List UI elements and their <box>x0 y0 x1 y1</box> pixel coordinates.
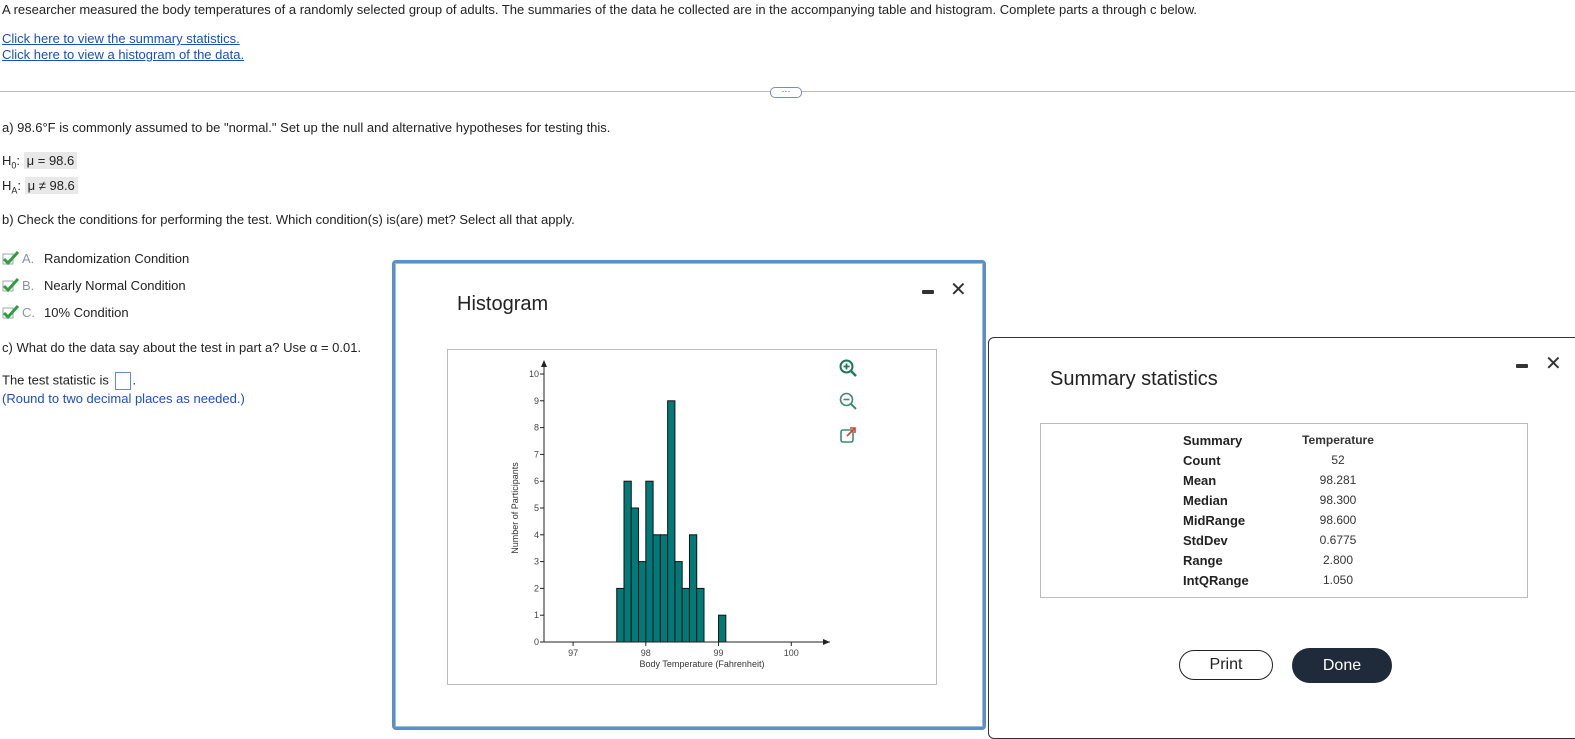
part-c-prompt: c) What do the data say about the test i… <box>2 340 362 355</box>
option-label: Randomization Condition <box>44 250 190 266</box>
row-label: IntQRange <box>1183 573 1249 588</box>
histogram-link[interactable]: Click here to view a histogram of the da… <box>2 47 244 62</box>
print-button[interactable]: Print <box>1179 650 1273 680</box>
checkmark-icon <box>2 304 20 320</box>
h0-label: H <box>2 153 12 168</box>
row-value: 1.050 <box>1322 573 1354 587</box>
histogram-chart: 0 1 2 3 4 5 6 7 8 9 10 97 98 99 100 Body Temperature (F… <box>510 360 830 669</box>
x-tick-label: 98 <box>641 648 651 658</box>
x-axis-arrow <box>823 639 830 645</box>
expand-ellipsis-button[interactable]: ··· <box>770 87 802 98</box>
x-axis-label: Body Temperature (Fahrenheit) <box>640 659 765 669</box>
histogram-bar <box>645 480 654 643</box>
histogram-bar <box>696 587 705 643</box>
row-label: MidRange <box>1183 513 1246 528</box>
histogram-window-title: Histogram <box>457 293 549 315</box>
zoom-out-icon[interactable] <box>838 391 858 411</box>
part-a-prompt: a) 98.6°F is commonly assumed to be "nor… <box>2 120 611 135</box>
done-button[interactable]: Done <box>1292 648 1392 683</box>
minimize-button[interactable] <box>922 290 934 294</box>
close-button[interactable]: ✕ <box>950 277 967 302</box>
y-tick-label: 5 <box>534 503 539 513</box>
table-header-temperature: Temperature <box>1302 433 1374 447</box>
alternative-hypothesis: HA: μ ≠ 98.6 <box>2 177 78 196</box>
histogram-bar <box>616 587 625 643</box>
x-tick-label: 100 <box>784 648 799 658</box>
checkmark-icon <box>2 277 20 293</box>
y-tick-label: 4 <box>534 530 539 540</box>
row-label: Range <box>1183 553 1223 568</box>
y-tick-label: 6 <box>534 476 539 486</box>
summary-window-title: Summary statistics <box>1050 368 1218 390</box>
y-axis-label: Number of Participants <box>510 462 520 554</box>
close-button[interactable]: ✕ <box>1545 351 1562 376</box>
minimize-button[interactable] <box>1516 364 1528 368</box>
table-header-summary: Summary <box>1183 433 1243 448</box>
row-value: 52 <box>1331 453 1345 467</box>
y-tick-label: 0 <box>534 637 539 647</box>
option-label: Nearly Normal Condition <box>44 277 186 293</box>
ha-subscript: A <box>11 185 18 196</box>
row-value: 98.600 <box>1319 513 1357 527</box>
open-external-icon[interactable] <box>838 425 858 445</box>
row-value: 0.6775 <box>1319 533 1357 547</box>
summary-table: Summary Temperature Count 52 Mean 98.281… <box>1040 423 1528 598</box>
option-b[interactable]: B. Nearly Normal Condition <box>2 276 186 294</box>
test-statistic-input[interactable] <box>114 372 131 390</box>
histogram-bar <box>638 561 647 643</box>
histogram-bar <box>652 534 661 643</box>
y-tick-label: 7 <box>534 449 539 459</box>
row-value: 2.800 <box>1322 553 1354 567</box>
histogram-bar <box>623 480 632 643</box>
x-tick-label: 99 <box>714 648 724 658</box>
h0-value[interactable]: μ = 98.6 <box>23 152 78 169</box>
row-label: Count <box>1183 453 1221 468</box>
intro-text: A researcher measured the body temperatu… <box>2 2 1197 17</box>
summary-statistics-link[interactable]: Click here to view the summary statistic… <box>2 31 240 46</box>
row-value: 98.281 <box>1319 473 1357 487</box>
option-letter: C. <box>22 304 35 320</box>
histogram-window: Histogram ✕ 0 1 2 3 4 5 6 7 8 9 10 97 98 99 100 Body Te… <box>392 260 986 730</box>
y-tick-label: 9 <box>534 396 539 406</box>
y-tick-label: 1 <box>534 610 539 620</box>
round-note: (Round to two decimal places as needed.) <box>2 391 245 406</box>
option-a[interactable]: A. Randomization Condition <box>2 249 189 267</box>
ha-value[interactable]: μ ≠ 98.6 <box>24 177 78 194</box>
null-hypothesis: H0: μ = 98.6 <box>2 152 78 171</box>
histogram-bar <box>630 507 640 643</box>
ha-label: H <box>2 178 12 193</box>
option-c[interactable]: C. 10% Condition <box>2 303 129 321</box>
histogram-bar <box>681 587 690 643</box>
h0-subscript: 0 <box>11 160 17 171</box>
part-b-prompt: b) Check the conditions for performing t… <box>2 212 575 227</box>
histogram-plot-area: 0 1 2 3 4 5 6 7 8 9 10 97 98 99 100 Body Temperature (F… <box>447 349 937 685</box>
y-tick-label: 8 <box>534 423 539 433</box>
histogram-bar <box>659 534 669 643</box>
row-label: StdDev <box>1183 533 1228 548</box>
y-axis-arrow <box>541 360 547 367</box>
histogram-bar <box>718 614 727 643</box>
row-label: Mean <box>1183 473 1217 488</box>
y-tick-label: 10 <box>529 369 539 379</box>
checkmark-icon <box>2 250 20 266</box>
test-statistic-label: The test statistic is <box>2 372 109 388</box>
option-letter: B. <box>22 277 35 293</box>
row-label: Median <box>1183 493 1228 508</box>
test-statistic-line: The test statistic is . <box>2 372 136 390</box>
row-value: 98.300 <box>1319 493 1357 507</box>
histogram-bar <box>667 400 676 643</box>
y-tick-label: 3 <box>534 557 539 567</box>
option-label: 10% Condition <box>44 304 129 320</box>
histogram-bar <box>688 534 698 643</box>
y-tick-label: 2 <box>534 583 539 593</box>
option-letter: A. <box>22 250 35 266</box>
x-tick-label: 97 <box>568 648 578 658</box>
zoom-in-icon[interactable] <box>838 358 858 378</box>
summary-statistics-window: Summary statistics ✕ Summary Temperature… <box>988 337 1575 739</box>
histogram-bar <box>674 561 683 643</box>
